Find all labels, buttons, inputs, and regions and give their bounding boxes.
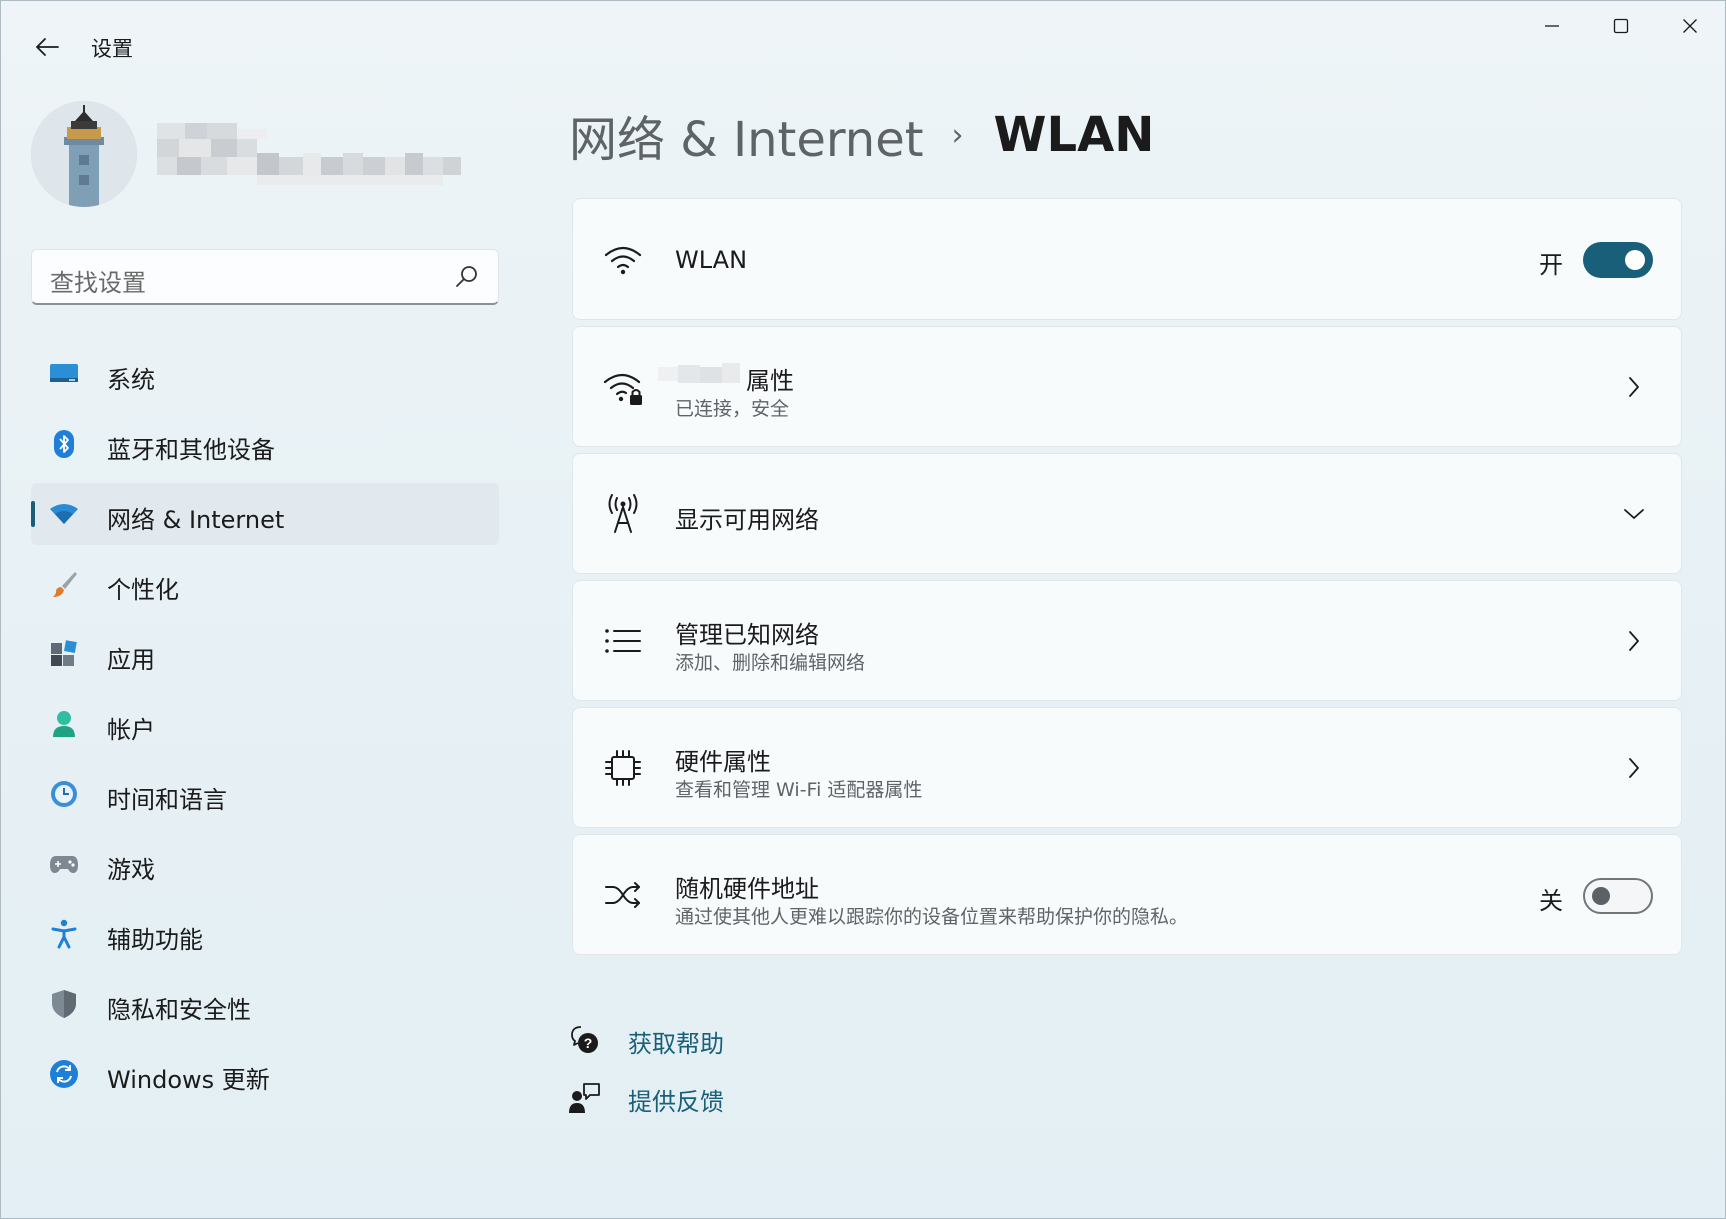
list-icon [601, 619, 645, 663]
sidebar-item-apps[interactable]: 应用 [31, 623, 499, 685]
sidebar-item-label: 个性化 [107, 576, 179, 604]
system-icon [49, 359, 79, 389]
sidebar-nav: 系统 蓝牙和其他设备 网络 & Internet 个性化 应用 帐户 时间和语言… [31, 343, 499, 1113]
shuffle-icon [601, 873, 645, 917]
random-mac-title: 随机硬件地址 [675, 875, 819, 903]
available-networks-card[interactable]: 显示可用网络 [572, 453, 1682, 574]
title-bar: 设置 [1, 1, 1726, 89]
sidebar-item-gaming[interactable]: 游戏 [31, 833, 499, 895]
known-networks-subtitle: 添加、删除和编辑网络 [675, 652, 866, 674]
get-help-row[interactable]: ? 获取帮助 [569, 1020, 724, 1060]
account-icon [49, 709, 79, 739]
search-input[interactable]: 查找设置 [31, 249, 499, 305]
ssid-redacted [658, 363, 740, 383]
time-language-icon [49, 779, 79, 809]
wlan-toggle[interactable] [1583, 242, 1653, 278]
breadcrumb: 网络 & Internet › WLAN [569, 105, 1155, 168]
avatar [31, 101, 137, 207]
sidebar-item-network[interactable]: 网络 & Internet [31, 483, 499, 545]
update-icon [49, 1059, 79, 1089]
user-profile[interactable] [31, 99, 491, 209]
known-networks-card[interactable]: 管理已知网络 添加、删除和编辑网络 [572, 580, 1682, 701]
random-mac-subtitle: 通过使其他人更难以跟踪你的设备位置来帮助保护你的隐私。 [675, 906, 1189, 928]
apps-icon [49, 639, 79, 669]
help-chat-icon: ? [569, 1024, 601, 1056]
accessibility-icon [49, 919, 79, 949]
sidebar-item-time-language[interactable]: 时间和语言 [31, 763, 499, 825]
back-arrow-icon [36, 38, 59, 56]
wlan-state-label: 开 [1539, 251, 1563, 279]
wlan-title: WLAN [675, 246, 748, 274]
chip-icon [601, 746, 645, 790]
hardware-properties-card[interactable]: 硬件属性 查看和管理 Wi-Fi 适配器属性 [572, 707, 1682, 828]
sidebar-item-label: Windows 更新 [107, 1066, 270, 1094]
bluetooth-icon [49, 429, 79, 459]
app-title: 设置 [91, 37, 133, 61]
sidebar-item-accessibility[interactable]: 辅助功能 [31, 903, 499, 965]
toggle-knob [1625, 250, 1645, 270]
shield-icon [49, 989, 79, 1019]
sidebar-item-label: 隐私和安全性 [107, 996, 251, 1024]
minimize-button[interactable] [1518, 1, 1586, 51]
sidebar-item-personalization[interactable]: 个性化 [31, 553, 499, 615]
sidebar-item-system[interactable]: 系统 [31, 343, 499, 405]
wifi-icon [49, 499, 79, 529]
svg-text:?: ? [584, 1035, 593, 1051]
maximize-icon [1613, 18, 1629, 34]
maximize-button[interactable] [1587, 1, 1655, 51]
wlan-toggle-card: WLAN 开 [572, 198, 1682, 320]
close-icon [1683, 19, 1697, 33]
toggle-knob [1592, 887, 1610, 905]
sidebar-item-label: 系统 [107, 366, 155, 394]
sidebar-item-label: 应用 [107, 646, 155, 674]
hardware-properties-title: 硬件属性 [675, 748, 771, 776]
feedback-icon [569, 1082, 601, 1114]
random-mac-card: 随机硬件地址 通过使其他人更难以跟踪你的设备位置来帮助保护你的隐私。 关 [572, 834, 1682, 955]
random-mac-toggle[interactable] [1583, 878, 1653, 914]
search-placeholder: 查找设置 [50, 269, 146, 297]
sidebar-item-label: 蓝牙和其他设备 [107, 436, 275, 464]
sidebar-item-windows-update[interactable]: Windows 更新 [31, 1043, 499, 1105]
settings-window: 设置 查找设置 系统 蓝牙和其他设备 网络 & Internet 个性化 应用 … [0, 0, 1726, 1219]
page-title: WLAN [993, 107, 1155, 163]
chevron-right-icon [1619, 372, 1649, 402]
random-mac-state-label: 关 [1539, 887, 1563, 915]
feedback-row[interactable]: 提供反馈 [569, 1078, 724, 1118]
sidebar-item-label: 时间和语言 [107, 786, 227, 814]
known-networks-title: 管理已知网络 [675, 621, 819, 649]
hardware-properties-subtitle: 查看和管理 Wi-Fi 适配器属性 [675, 779, 923, 801]
wifi-lock-icon [601, 366, 645, 410]
sidebar-item-privacy[interactable]: 隐私和安全性 [31, 973, 499, 1035]
sidebar-item-label: 游戏 [107, 856, 155, 884]
chevron-down-icon [1619, 499, 1649, 529]
get-help-link[interactable]: 获取帮助 [628, 1024, 724, 1059]
wifi-icon [601, 238, 645, 282]
gamepad-icon [49, 849, 79, 879]
sidebar-item-label: 辅助功能 [107, 926, 203, 954]
breadcrumb-separator: › [951, 117, 964, 153]
antenna-icon [601, 492, 645, 536]
close-button[interactable] [1656, 1, 1724, 51]
sidebar-item-bluetooth[interactable]: 蓝牙和其他设备 [31, 413, 499, 475]
brush-icon [49, 569, 79, 599]
search-icon[interactable] [454, 264, 480, 290]
sidebar-item-label: 网络 & Internet [107, 506, 285, 534]
breadcrumb-parent[interactable]: 网络 & Internet [569, 100, 924, 170]
back-button[interactable] [27, 27, 67, 67]
available-networks-title: 显示可用网络 [675, 506, 819, 534]
feedback-link[interactable]: 提供反馈 [628, 1082, 724, 1117]
chevron-right-icon [1619, 626, 1649, 656]
sidebar-item-label: 帐户 [107, 716, 155, 744]
network-properties-subtitle: 已连接，安全 [675, 398, 790, 420]
network-properties-card[interactable]: 属性 已连接，安全 [572, 326, 1682, 447]
username-redacted [157, 123, 477, 193]
chevron-right-icon [1619, 753, 1649, 783]
minimize-icon [1545, 25, 1559, 27]
network-properties-title: 属性 [746, 367, 794, 395]
lighthouse-avatar-image [31, 101, 137, 207]
sidebar-item-accounts[interactable]: 帐户 [31, 693, 499, 755]
